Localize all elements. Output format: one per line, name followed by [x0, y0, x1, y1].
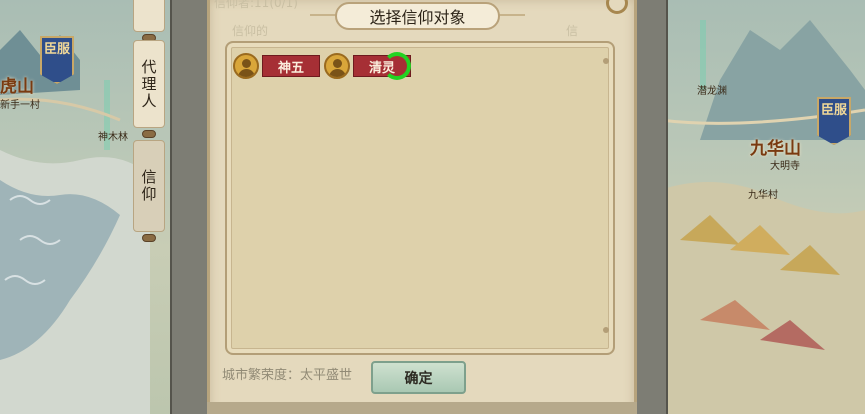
target-name: 神五 [262, 55, 320, 77]
title-ornament-left [310, 14, 338, 16]
header-ghost-left: 信仰的 [232, 24, 269, 38]
place-shenmulin[interactable]: 神木林 [98, 128, 128, 143]
target-list [225, 41, 615, 355]
place-jiuhuashan-sub[interactable]: 大明寺 [770, 157, 800, 172]
avatar [324, 53, 350, 79]
tab-knob [142, 234, 156, 242]
believer-count-ghost: 信仰者:11(0/1) [214, 0, 298, 10]
rail-ornament-icon [603, 58, 609, 64]
place-jiuhuashan[interactable]: 九华山 [750, 134, 801, 159]
tab-top-partial[interactable] [133, 0, 165, 32]
vassal-banner-left[interactable]: 臣服 [40, 36, 74, 84]
tab-belief-label: 信仰 [139, 169, 158, 203]
click-indicator-icon [383, 52, 411, 80]
map-right-region [659, 0, 865, 414]
city-prosperity-status: 城市繁荣度：太平盛世 [222, 368, 353, 383]
place-tiger-mountain[interactable]: 虎山 [0, 72, 34, 97]
map-right-art [659, 20, 865, 414]
header-ghost-right: 信 [566, 24, 579, 38]
banner-label: 臣服 [820, 103, 847, 118]
confirm-label: 确定 [404, 370, 433, 387]
place-qianlongyuan[interactable]: 潜龙渊 [697, 82, 727, 97]
target-item[interactable]: 神五 [233, 53, 320, 79]
rail-ornament-icon [603, 327, 609, 333]
tab-agent[interactable]: 代理人 [133, 40, 165, 128]
dialog-title: 选择信仰对象 [335, 2, 500, 30]
avatar [233, 53, 259, 79]
tab-belief[interactable]: 信仰 [133, 140, 165, 232]
tab-agent-label: 代理人 [139, 58, 158, 110]
confirm-button[interactable]: 确定 [371, 361, 466, 394]
place-novice-village[interactable]: 新手一村 [0, 96, 40, 111]
tab-knob [142, 130, 156, 138]
dialog-title-text: 选择信仰对象 [369, 8, 466, 27]
banner-label: 臣服 [43, 42, 70, 57]
title-ornament-right [497, 14, 525, 16]
vassal-banner-right[interactable]: 臣服 [817, 97, 851, 145]
panel-bottom-bar [207, 402, 637, 414]
place-jiuhuacun[interactable]: 九华村 [748, 186, 778, 201]
